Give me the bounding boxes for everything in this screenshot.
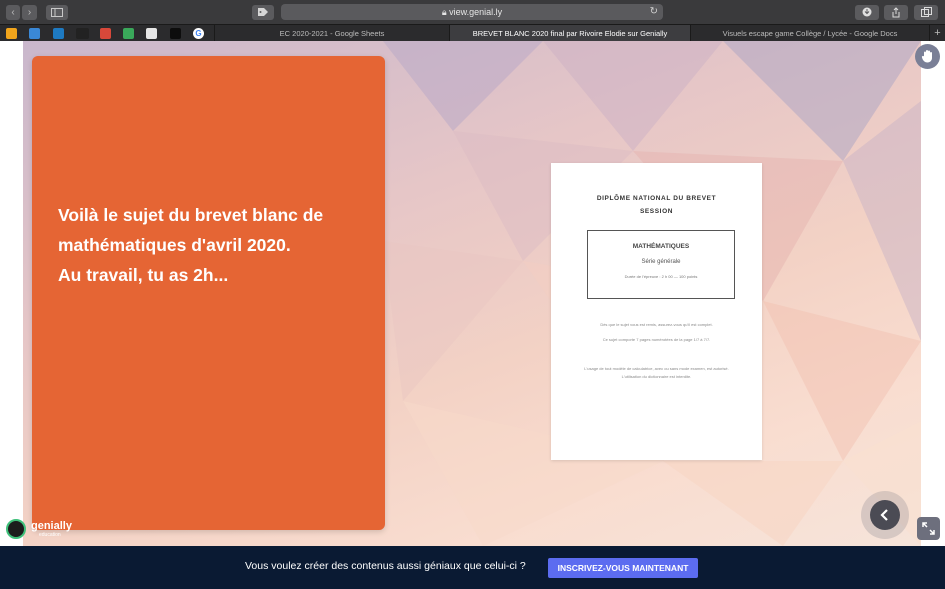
- tabs-icon: [920, 7, 932, 17]
- url-text: view.genial.ly: [449, 7, 503, 17]
- document-title-line-2: SESSION: [639, 208, 674, 215]
- back-icon: ‹: [11, 7, 15, 18]
- hand-cursor-button[interactable]: [915, 44, 940, 69]
- share-icon: [892, 7, 900, 18]
- document-subject-box: MATHÉMATIQUES Série générale Durée de l'…: [587, 230, 735, 299]
- tab-genially[interactable]: BREVET BLANC 2020 final par Rivoire Elod…: [449, 25, 690, 42]
- document-duration: Durée de l'épreuve : 2 h 00 — 100 points: [624, 274, 698, 279]
- hand-icon: [921, 50, 932, 63]
- tab-bar: G EC 2020-2021 - Google Sheets BREVET BL…: [0, 24, 945, 42]
- document-note-4: L'utilisation du dictionnaire est interd…: [621, 374, 692, 379]
- document-note-2: Ce sujet comporte 7 pages numérotées de …: [602, 337, 711, 342]
- forward-icon: ›: [27, 7, 32, 18]
- document-note-3: L'usage de tout modèle de calculatrice, …: [584, 366, 729, 371]
- document-series: Série générale: [641, 259, 681, 265]
- forward-button[interactable]: ›: [22, 5, 37, 20]
- signup-banner-text: Vous voulez créer des contenus aussi gén…: [245, 560, 526, 572]
- exam-document-preview[interactable]: DIPLÔME NATIONAL DU BREVET SESSION MATHÉ…: [551, 163, 762, 460]
- back-button[interactable]: ‹: [6, 5, 20, 20]
- drive-bookmark-icon[interactable]: [123, 28, 134, 39]
- genially-logo-icon: [6, 519, 26, 539]
- new-tab-button[interactable]: +: [929, 25, 945, 42]
- browser-toolbar: ‹ › 🔒︎ view.genial.ly ↻: [0, 0, 945, 24]
- document-title-line-1: DIPLÔME NATIONAL DU BREVET: [596, 195, 717, 202]
- address-bar[interactable]: 🔒︎ view.genial.ly ↻: [281, 4, 663, 20]
- tab-docs[interactable]: Visuels escape game Collège / Lycée - Go…: [690, 25, 929, 42]
- document-note-1: Dès que le sujet vous est remis, assurez…: [600, 322, 713, 327]
- google-bookmark-icon[interactable]: G: [193, 28, 204, 39]
- intro-line-1: Voilà le sujet du brevet blanc de: [58, 205, 324, 225]
- bookmark-icon[interactable]: [76, 28, 89, 39]
- signup-banner: Vous voulez créer des contenus aussi gén…: [0, 546, 945, 589]
- document-subject: MATHÉMATIQUES: [632, 243, 690, 250]
- share-button[interactable]: [884, 5, 908, 20]
- reload-icon[interactable]: ↻: [650, 4, 658, 20]
- outlook-bookmark-icon[interactable]: [53, 28, 64, 39]
- intro-line-3: Au travail, tu as 2h...: [58, 265, 229, 285]
- tab-sheets[interactable]: EC 2020-2021 - Google Sheets: [214, 25, 449, 42]
- genially-logo-sub: education: [39, 532, 61, 538]
- bookmark-icon[interactable]: [146, 28, 157, 39]
- bookmark-icon[interactable]: [170, 28, 181, 39]
- download-button[interactable]: [855, 5, 879, 20]
- sidebar-toggle-button[interactable]: [46, 5, 68, 20]
- sidebar-icon: [51, 8, 63, 17]
- previous-slide-button[interactable]: [861, 491, 909, 539]
- slide-canvas: Voilà le sujet du brevet blanc de mathém…: [23, 41, 921, 546]
- intro-text: Voilà le sujet du brevet blanc de mathém…: [58, 200, 378, 290]
- bookmark-icon[interactable]: [29, 28, 40, 39]
- tag-icon: [258, 8, 268, 16]
- gmail-bookmark-icon[interactable]: [100, 28, 111, 39]
- intro-card: Voilà le sujet du brevet blanc de mathém…: [32, 56, 385, 530]
- fullscreen-button[interactable]: [917, 517, 940, 540]
- tag-button[interactable]: [252, 5, 274, 20]
- chevron-left-icon: [880, 509, 888, 521]
- expand-icon: [922, 522, 935, 535]
- bookmark-icon[interactable]: [6, 28, 17, 39]
- signup-button[interactable]: INSCRIVEZ-VOUS MAINTENANT: [548, 558, 698, 578]
- tabs-overview-button[interactable]: [914, 5, 938, 20]
- document-title: DIPLÔME NATIONAL DU BREVET SESSION: [551, 192, 762, 218]
- intro-line-2: mathématiques d'avril 2020.: [58, 235, 291, 255]
- presentation-stage: Voilà le sujet du brevet blanc de mathém…: [0, 41, 945, 546]
- download-icon: [862, 7, 872, 17]
- genially-logo-name: genially: [31, 520, 72, 532]
